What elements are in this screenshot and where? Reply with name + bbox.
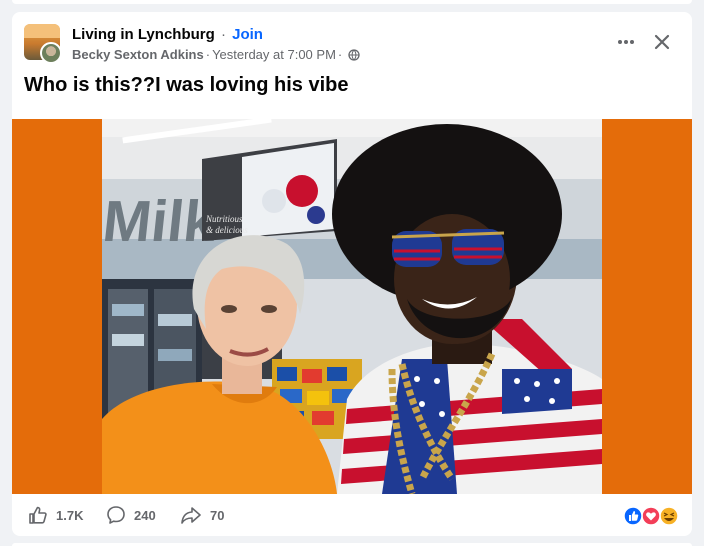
join-button[interactable]: Join <box>232 26 263 43</box>
author-avatar[interactable] <box>40 42 62 64</box>
group-name-link[interactable]: Living in Lynchburg <box>72 26 215 43</box>
poster-caption: Nutritious <box>205 214 243 224</box>
close-icon <box>654 34 670 50</box>
post-message: Who is this??I was loving his vibe <box>24 74 349 96</box>
post-header: Living in Lynchburg · Join Becky Sexton … <box>12 12 692 72</box>
photo-illustration: Milk Nutritious & delicious <box>102 119 602 494</box>
thumbs-up-icon <box>29 506 47 524</box>
feed-post: Living in Lynchburg · Join Becky Sexton … <box>12 12 692 536</box>
poster-caption: & delicious <box>206 225 248 235</box>
globe-icon[interactable] <box>348 48 360 61</box>
group-title-line: Living in Lynchburg · Join <box>72 26 263 43</box>
separator-dot: · <box>220 26 226 43</box>
post-actions: 1.7K 240 70 <box>12 494 692 536</box>
author-name-link[interactable]: Becky Sexton Adkins <box>72 47 204 62</box>
more-options-button[interactable] <box>608 30 644 54</box>
close-button[interactable] <box>648 28 676 56</box>
like-button[interactable]: 1.7K <box>28 504 83 526</box>
haha-reaction-icon <box>659 506 679 526</box>
like-reaction-icon <box>623 506 643 526</box>
comment-button[interactable]: 240 <box>106 504 156 526</box>
post-photo[interactable]: Milk Nutritious & delicious <box>102 119 602 494</box>
post-meta: Becky Sexton Adkins · Yesterday at 7:00 … <box>72 47 360 62</box>
separator-dot: · <box>337 47 343 62</box>
previous-post-edge <box>12 0 692 4</box>
love-reaction-icon <box>641 506 661 526</box>
share-button[interactable]: 70 <box>180 504 224 526</box>
post-timestamp[interactable]: Yesterday at 7:00 PM <box>212 47 336 62</box>
share-icon <box>181 507 201 524</box>
ellipsis-icon <box>618 40 634 44</box>
separator-dot: · <box>205 47 211 62</box>
reaction-summary[interactable] <box>622 506 680 526</box>
share-count: 70 <box>210 507 225 523</box>
post-media[interactable]: Milk Nutritious & delicious <box>12 119 692 494</box>
comment-icon <box>107 506 125 524</box>
like-count: 1.7K <box>56 507 84 523</box>
comment-count: 240 <box>134 507 156 523</box>
